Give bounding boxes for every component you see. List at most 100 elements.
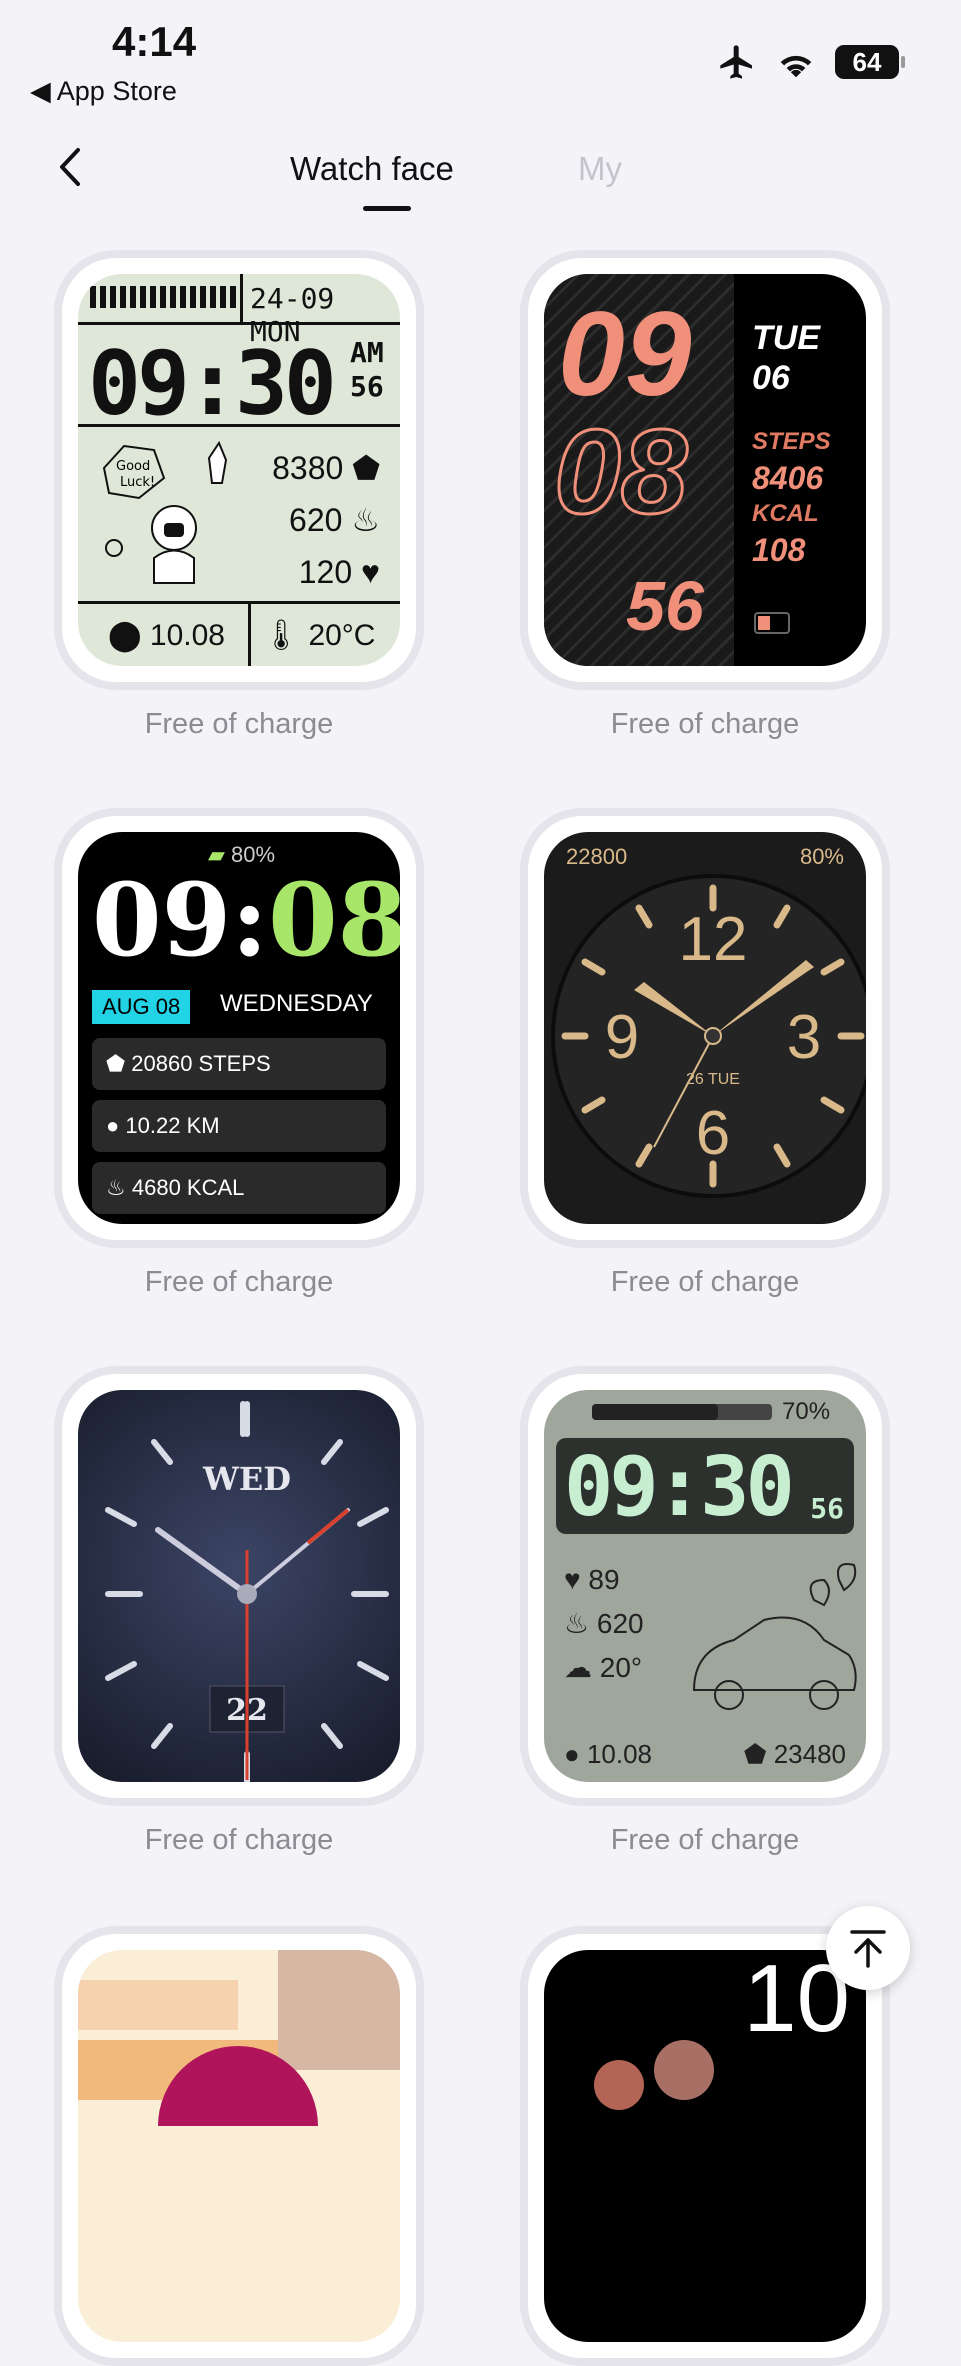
kcal-value: 620: [289, 502, 343, 538]
watch-face-card[interactable]: 09 08 56 TUE 06 STEPS 8406 KCAL 108 Free…: [520, 250, 906, 741]
watch-frame[interactable]: 22800 80% 12 3 6 9 26 TUE: [520, 808, 890, 1248]
watch-frame[interactable]: 70% 09:30 56 ♥ 89 ♨ 620 ☁ 20° ● 10.08 ⬟ …: [520, 1366, 890, 1806]
watch-face-preview: ▰ 80% 09:08 AUG 08 WEDNESDAY ⬟ 20860 STE…: [78, 832, 400, 1224]
watch-face-card[interactable]: 22800 80% 12 3 6 9 26 TUE Free of charge: [520, 808, 906, 1299]
status-icons: 64: [717, 42, 905, 82]
watch-face-card[interactable]: ▰ 80% 09:08 AUG 08 WEDNESDAY ⬟ 20860 STE…: [54, 808, 440, 1299]
steps-value: 8380: [272, 450, 344, 486]
scroll-to-top-button[interactable]: [826, 1906, 910, 1990]
watch-frame[interactable]: [54, 1926, 424, 2366]
arrow-up-icon: [850, 1930, 886, 1968]
weekday-text: WEDNESDAY: [220, 990, 373, 1017]
price-label: Free of charge: [610, 1824, 800, 1856]
top-nav: Watch face My: [0, 130, 961, 220]
ampm-text: AM: [350, 336, 384, 369]
watch-frame[interactable]: 09 08 56 TUE 06 STEPS 8406 KCAL 108: [520, 250, 890, 690]
status-time: 4:14: [112, 18, 197, 65]
day-text: WED: [202, 1460, 291, 1498]
watch-frame[interactable]: 10: [520, 1926, 890, 2366]
battery-text: 70%: [782, 1398, 831, 1425]
shoe-icon: ⬟: [106, 1051, 126, 1076]
price-label: Free of charge: [144, 708, 334, 740]
watch-face-card[interactable]: 24-09 MON 09:30 AM 56 Good Luck! 8380 ⬟ …: [54, 250, 440, 741]
watch-face-card[interactable]: [54, 1926, 440, 2366]
watch-face-preview: 22800 80% 12 3 6 9 26 TUE: [544, 832, 866, 1224]
distance-text: 10.22 KM: [125, 1113, 220, 1138]
kcal-label: KCAL: [752, 500, 819, 527]
tab-indicator: [363, 206, 411, 211]
back-to-app-store[interactable]: ◀ App Store: [30, 76, 177, 107]
steps-value: 8406: [752, 460, 824, 496]
cloud-icon: ☁: [564, 1652, 592, 1683]
watch-face-preview: 10: [544, 1950, 866, 2342]
heart-value: 89: [588, 1564, 620, 1595]
seconds-text: 56: [626, 567, 704, 645]
time-text: 09:30: [88, 332, 337, 435]
hour-text: 09:: [92, 861, 269, 979]
battery-bar: [592, 1404, 772, 1420]
temp-value: 20°C: [308, 619, 376, 652]
wifi-icon: [780, 55, 812, 78]
price-label: Free of charge: [610, 1266, 800, 1298]
heart-icon: ♥: [361, 554, 380, 590]
numeral-6: 6: [696, 1099, 730, 1168]
watch-frame[interactable]: WED 22: [54, 1366, 424, 1806]
tab-my[interactable]: My: [578, 150, 622, 188]
location-pin-icon: ⬤: [108, 619, 142, 652]
watch-face-card[interactable]: 10: [520, 1926, 906, 2366]
flame-icon: ♨: [106, 1175, 126, 1200]
note-text: Good: [116, 459, 150, 474]
watch-face-preview: 70% 09:30 56 ♥ 89 ♨ 620 ☁ 20° ● 10.08 ⬟ …: [544, 1390, 866, 1782]
svg-text:Luck!: Luck!: [120, 475, 155, 490]
battery-icon: [754, 612, 790, 634]
day-text: TUE: [752, 319, 820, 357]
airplane-icon: [720, 45, 752, 79]
watch-face-card[interactable]: WED 22 Free of charge: [54, 1366, 440, 1857]
watch-face-preview: 24-09 MON 09:30 AM 56 Good Luck! 8380 ⬟ …: [78, 274, 400, 666]
watch-frame[interactable]: 24-09 MON 09:30 AM 56 Good Luck! 8380 ⬟ …: [54, 250, 424, 690]
minute-text: 08: [552, 405, 688, 539]
watch-face-preview: WED 22: [78, 1390, 400, 1782]
numeral-9: 9: [605, 1003, 639, 1072]
kcal-value: 620: [596, 1608, 644, 1639]
battery-bars: [90, 286, 240, 308]
price-label: Free of charge: [144, 1824, 334, 1856]
distance-value: 10.08: [586, 1739, 653, 1769]
flame-icon: ♨: [351, 502, 380, 538]
minute-text: 08: [268, 861, 400, 979]
price-label: Free of charge: [610, 708, 800, 740]
date-badge: AUG 08: [92, 990, 191, 1024]
steps-value: 23480: [773, 1739, 846, 1769]
steps-label: STEPS: [752, 428, 831, 455]
time-text: 09:30: [564, 1440, 795, 1535]
heart-value: 120: [298, 554, 353, 590]
temp-value: 20°: [599, 1652, 643, 1683]
heart-icon: ♥: [564, 1564, 581, 1595]
tab-watch-face[interactable]: Watch face: [290, 150, 454, 188]
watch-face-preview: 09 08 56 TUE 06 STEPS 8406 KCAL 108: [544, 274, 866, 666]
seconds-text: 56: [350, 370, 384, 403]
location-pin-icon: ●: [106, 1113, 120, 1138]
flame-icon: ♨: [564, 1608, 590, 1639]
distance-value: 10.08: [149, 619, 225, 652]
steps-text: 20860 STEPS: [131, 1051, 271, 1076]
back-chevron-icon[interactable]: [50, 142, 90, 192]
date-text: 06: [752, 359, 790, 397]
analog-dial: 12 3 6 9 26 TUE: [551, 874, 866, 1198]
analog-dial: WED 22: [105, 1401, 389, 1782]
watch-frame[interactable]: ▰ 80% 09:08 AUG 08 WEDNESDAY ⬟ 20860 STE…: [54, 808, 424, 1248]
watch-face-preview: [78, 1950, 400, 2342]
price-label: Free of charge: [144, 1266, 334, 1298]
shoe-icon: ⬟: [743, 1739, 767, 1769]
car-illustration: [692, 1563, 857, 1710]
thermometer-icon: 🌡: [262, 619, 301, 652]
battery-indicator: 64: [835, 45, 905, 79]
location-pin-icon: ●: [564, 1739, 580, 1769]
astronaut-illustration: Good Luck!: [102, 440, 228, 584]
hour-text: 09: [558, 287, 692, 421]
kcal-value: 108: [752, 532, 806, 568]
shoe-icon: ⬟: [352, 450, 380, 486]
watch-face-card[interactable]: 70% 09:30 56 ♥ 89 ♨ 620 ☁ 20° ● 10.08 ⬟ …: [520, 1366, 906, 1857]
kcal-text: 4680 KCAL: [131, 1175, 245, 1200]
seconds-text: 56: [810, 1492, 844, 1525]
